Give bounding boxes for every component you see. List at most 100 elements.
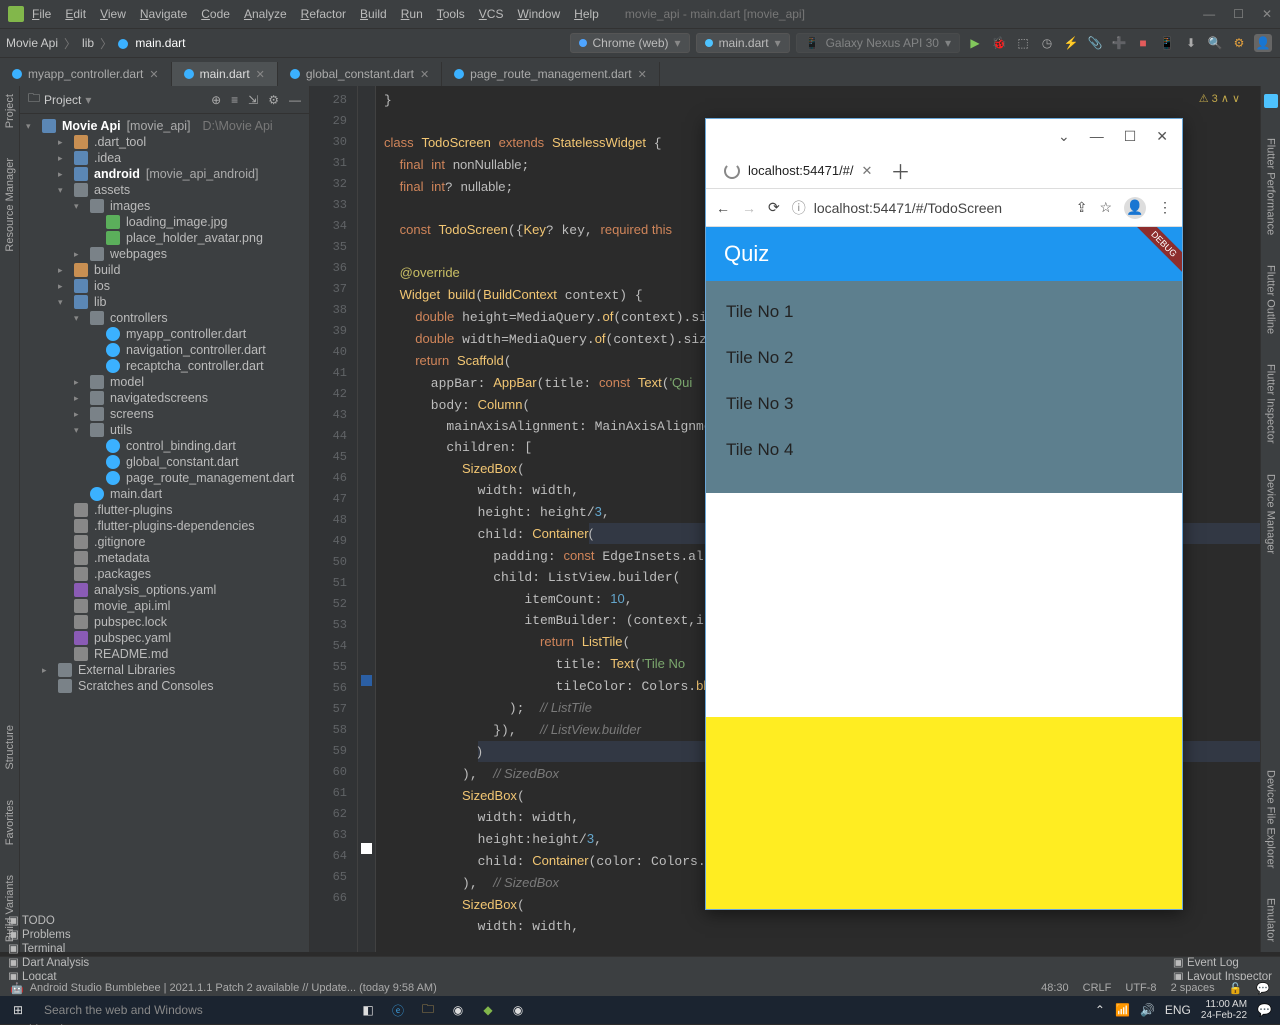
close-icon[interactable]: ✕ [1262, 7, 1272, 21]
tree-node[interactable]: ▸screens [20, 406, 309, 422]
tree-node[interactable]: ▾assets [20, 182, 309, 198]
bottom-tool-todo[interactable]: ▣ TODO [8, 913, 98, 927]
coverage-icon[interactable]: ⬚ [1014, 34, 1032, 52]
avd-icon[interactable]: 📱 [1158, 34, 1176, 52]
tree-node[interactable]: ▸.dart_tool [20, 134, 309, 150]
tree-node[interactable]: main.dart [20, 486, 309, 502]
browser-tab[interactable]: localhost:54471/#/ ✕ [714, 157, 882, 185]
tree-node[interactable]: loading_image.jpg [20, 214, 309, 230]
notifications-icon[interactable]: 💬 [1257, 1003, 1272, 1017]
tree-node[interactable]: .gitignore [20, 534, 309, 550]
hot-reload-icon[interactable]: ⚡ [1062, 34, 1080, 52]
tree-node[interactable]: ▸External Libraries [20, 662, 309, 678]
tree-node[interactable]: ▸webpages [20, 246, 309, 262]
stop-icon[interactable]: ■ [1134, 34, 1152, 52]
new-tab-icon[interactable]: ＋ [890, 156, 910, 185]
bottom-tool-event-log[interactable]: ▣ Event Log [1173, 955, 1272, 969]
chrome-icon-2[interactable]: ◉ [506, 998, 530, 1022]
tree-node[interactable]: .metadata [20, 550, 309, 566]
inspection-summary[interactable]: ⚠ 3 ∧ ∨ [1199, 92, 1240, 105]
close-tab-icon[interactable]: ✕ [420, 68, 429, 81]
project-panel-title[interactable]: Project [44, 93, 81, 107]
tree-node[interactable]: pubspec.lock [20, 614, 309, 630]
close-tab-icon[interactable]: ✕ [862, 163, 873, 179]
taskbar-search[interactable]: Search the web and Windows [36, 1003, 336, 1017]
tree-node[interactable]: .flutter-plugins-dependencies [20, 518, 309, 534]
search-icon[interactable]: 🔍 [1206, 34, 1224, 52]
hide-panel-icon[interactable]: — [289, 93, 301, 107]
settings-panel-icon[interactable]: ⚙ [268, 93, 279, 107]
tool-device-file-explorer[interactable]: Device File Explorer [1265, 770, 1277, 868]
bottom-tool-dart-analysis[interactable]: ▣ Dart Analysis [8, 955, 98, 969]
tab-myapp_controller.dart[interactable]: myapp_controller.dart✕ [0, 62, 172, 86]
run-icon[interactable]: ▶ [966, 34, 984, 52]
collapse-icon[interactable]: ⇲ [248, 93, 258, 107]
tree-node[interactable]: recaptcha_controller.dart [20, 358, 309, 374]
tool-project[interactable]: Project [4, 94, 16, 128]
chrome-icon-1[interactable]: ◉ [446, 998, 470, 1022]
chrome-maximize-icon[interactable]: ☐ [1124, 128, 1137, 145]
tree-node[interactable]: navigation_controller.dart [20, 342, 309, 358]
tray-network-icon[interactable]: 📶 [1115, 1003, 1130, 1017]
tree-node[interactable]: ▾lib [20, 294, 309, 310]
start-button[interactable]: ⊞ [0, 1003, 36, 1017]
close-tab-icon[interactable]: ✕ [149, 68, 158, 81]
close-tab-icon[interactable]: ✕ [256, 68, 265, 81]
tree-node[interactable]: ▸ios [20, 278, 309, 294]
tree-node[interactable]: ▸.idea [20, 150, 309, 166]
tool-flutter-outline[interactable]: Flutter Outline [1265, 265, 1277, 334]
menu-window[interactable]: Window [517, 7, 560, 21]
address-bar[interactable]: ⓘ localhost:54471/#/TodoScreen [792, 198, 1064, 218]
tree-node[interactable]: movie_api.iml [20, 598, 309, 614]
menu-icon[interactable]: ⋮ [1158, 199, 1172, 216]
menu-tools[interactable]: Tools [437, 7, 465, 21]
tool-structure[interactable]: Structure [4, 725, 16, 770]
android-studio-icon[interactable]: ◆ [476, 998, 500, 1022]
chrome-minimize-icon[interactable]: — [1090, 128, 1104, 144]
menu-refactor[interactable]: Refactor [301, 7, 346, 21]
profile-icon[interactable]: 👤 [1124, 197, 1146, 219]
menu-help[interactable]: Help [574, 7, 599, 21]
menu-code[interactable]: Code [201, 7, 230, 21]
tool-emulator[interactable]: Emulator [1265, 898, 1277, 942]
tree-node[interactable]: ▸android [movie_api_android] [20, 166, 309, 182]
tree-node[interactable]: ▸navigatedscreens [20, 390, 309, 406]
tab-global_constant.dart[interactable]: global_constant.dart✕ [278, 62, 442, 86]
tree-node[interactable]: README.md [20, 646, 309, 662]
minimize-icon[interactable]: — [1203, 7, 1215, 21]
emulator-selector[interactable]: 📱 Galaxy Nexus API 30 ▾ [796, 33, 960, 53]
device-selector[interactable]: Chrome (web) ▾ [570, 33, 690, 53]
indent[interactable]: 2 spaces [1171, 982, 1215, 995]
chrome-close-icon[interactable]: ✕ [1156, 128, 1168, 145]
menu-edit[interactable]: Edit [65, 7, 86, 21]
tree-node[interactable]: pubspec.yaml [20, 630, 309, 646]
list-tile[interactable]: Tile No 1 [714, 289, 1174, 335]
bottom-tool-problems[interactable]: ▣ Problems [8, 927, 98, 941]
settings-icon[interactable]: ⚙ [1230, 34, 1248, 52]
tool-flutter-inspector[interactable]: Flutter Inspector [1265, 364, 1277, 443]
clock[interactable]: 11:00 AM24-Feb-22 [1201, 999, 1247, 1021]
tray-chevron-icon[interactable]: ⌃ [1095, 1003, 1105, 1017]
avatar-icon[interactable]: 👤 [1254, 34, 1272, 52]
menu-navigate[interactable]: Navigate [140, 7, 187, 21]
line-separator[interactable]: CRLF [1083, 982, 1112, 995]
tree-root[interactable]: ▾Movie Api [movie_api]D:\Movie Api [20, 118, 309, 134]
crumb-file[interactable]: main.dart [112, 36, 191, 50]
tree-node[interactable]: analysis_options.yaml [20, 582, 309, 598]
maximize-icon[interactable]: ☐ [1233, 7, 1244, 21]
flutter-attach-icon[interactable]: ➕ [1110, 34, 1128, 52]
readonly-icon[interactable]: 🔓 [1229, 982, 1243, 995]
attach-icon[interactable]: 📎 [1086, 34, 1104, 52]
tab-main.dart[interactable]: main.dart✕ [172, 62, 278, 86]
tree-node[interactable]: ▸build [20, 262, 309, 278]
tree-node[interactable]: ▾controllers [20, 310, 309, 326]
tool-device-manager[interactable]: Device Manager [1265, 474, 1277, 554]
menu-analyze[interactable]: Analyze [244, 7, 287, 21]
tree-node[interactable]: .packages [20, 566, 309, 582]
tab-page_route_management.dart[interactable]: page_route_management.dart✕ [442, 62, 660, 86]
menu-vcs[interactable]: VCS [479, 7, 504, 21]
tree-node[interactable]: Scratches and Consoles [20, 678, 309, 694]
notify-icon[interactable]: 💬 [1256, 982, 1270, 995]
share-icon[interactable]: ⇪ [1076, 199, 1088, 216]
debug-icon[interactable]: 🐞 [990, 34, 1008, 52]
